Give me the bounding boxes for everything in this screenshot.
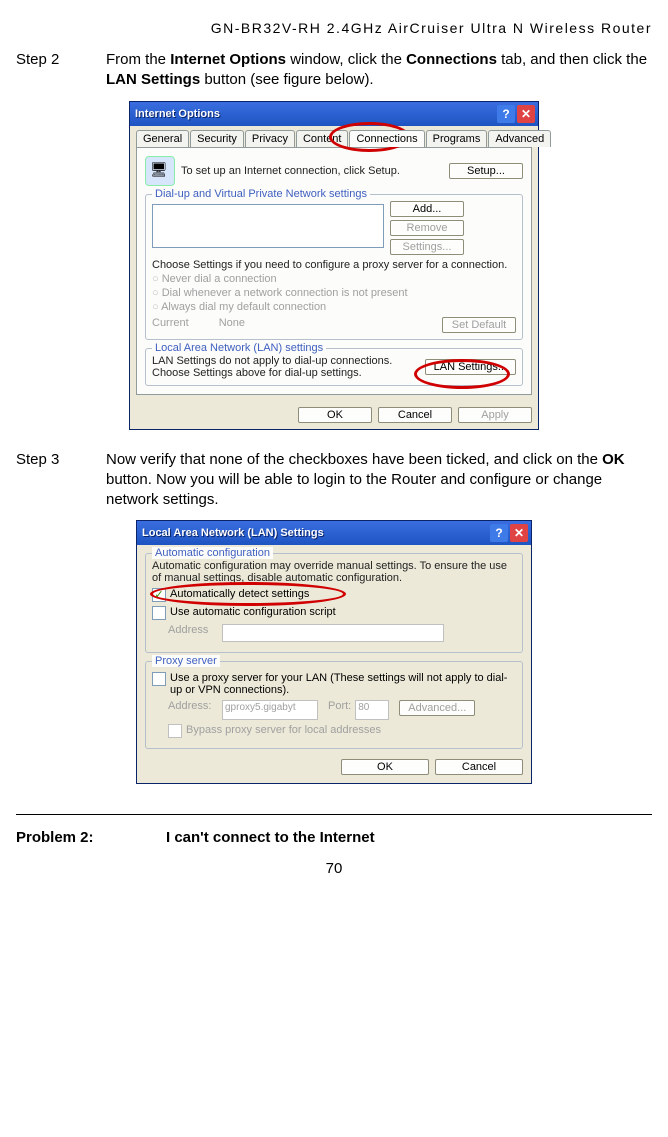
figure-2: Local Area Network (LAN) Settings ? ✕ Au… xyxy=(16,520,652,784)
close-icon[interactable]: ✕ xyxy=(517,105,535,123)
group-dial-legend: Dial-up and Virtual Private Network sett… xyxy=(152,188,370,200)
lan-note: LAN Settings do not apply to dial-up con… xyxy=(152,355,425,379)
chk-proxy-label: Use a proxy server for your LAN (These s… xyxy=(170,672,516,696)
tab-security[interactable]: Security xyxy=(190,130,244,147)
tab-programs[interactable]: Programs xyxy=(426,130,488,147)
proxy-addr-input: gproxy5.gigabyt xyxy=(222,700,318,720)
tab-content-area: To set up an Internet connection, click … xyxy=(136,147,532,395)
lan-settings-window: Local Area Network (LAN) Settings ? ✕ Au… xyxy=(136,520,532,784)
dialog-buttons: OK Cancel Apply xyxy=(130,401,538,429)
tab-connections[interactable]: Connections xyxy=(349,130,424,147)
help-icon[interactable]: ? xyxy=(497,105,515,123)
t: From the xyxy=(106,51,170,68)
window-title: Internet Options xyxy=(133,108,495,120)
group-auto: Automatic configuration Automatic config… xyxy=(145,553,523,653)
t: Connections xyxy=(406,51,497,68)
address-row: Address xyxy=(152,624,516,642)
step-2-label: Step 2 xyxy=(16,50,106,91)
page-number: 70 xyxy=(16,860,652,877)
divider xyxy=(16,814,652,815)
chk-script-label: Use automatic configuration script xyxy=(170,606,336,618)
group-auto-legend: Automatic configuration xyxy=(152,547,273,559)
red-circle-lan xyxy=(414,359,510,389)
chk-script-row: Use automatic configuration script xyxy=(152,606,516,620)
proxy-port-label: Port: xyxy=(328,700,351,712)
step-3-label: Step 3 xyxy=(16,450,106,511)
tab-strip: General Security Privacy Content Connect… xyxy=(136,130,532,147)
cancel-button[interactable]: Cancel xyxy=(378,407,452,423)
group-proxy: Proxy server Use a proxy server for your… xyxy=(145,661,523,749)
problem-text: I can't connect to the Internet xyxy=(166,829,375,846)
ok-button[interactable]: OK xyxy=(298,407,372,423)
step-3-row: Step 3 Now verify that none of the check… xyxy=(16,450,652,511)
setup-row: To set up an Internet connection, click … xyxy=(145,156,523,186)
tab-general[interactable]: General xyxy=(136,130,189,147)
step-2-text: From the Internet Options window, click … xyxy=(106,50,652,91)
red-circle-auto xyxy=(150,582,346,606)
window-title: Local Area Network (LAN) Settings xyxy=(140,527,488,539)
checkbox-bypass xyxy=(168,724,182,738)
problem-row: Problem 2: I can't connect to the Intern… xyxy=(16,829,652,846)
group-proxy-legend: Proxy server xyxy=(152,655,220,667)
step-2-row: Step 2 From the Internet Options window,… xyxy=(16,50,652,91)
t: button (see figure below). xyxy=(200,71,373,88)
problem-label: Problem 2: xyxy=(16,829,166,846)
group-dial: Dial-up and Virtual Private Network sett… xyxy=(145,194,523,340)
auto-text: Automatic configuration may override man… xyxy=(152,560,516,584)
proxy-fields-row: Address: gproxy5.gigabyt Port: 80 Advanc… xyxy=(168,700,516,720)
apply-button: Apply xyxy=(458,407,532,423)
close-icon[interactable]: ✕ xyxy=(510,524,528,542)
radio-when-absent: Dial whenever a network connection is no… xyxy=(152,287,516,299)
proxy-addr-label: Address: xyxy=(168,700,218,712)
radio-always: Always dial my default connection xyxy=(152,301,516,313)
dialog-buttons: OK Cancel xyxy=(145,749,523,775)
set-default-button: Set Default xyxy=(442,317,516,333)
cancel-button[interactable]: Cancel xyxy=(435,759,523,775)
group-lan-legend: Local Area Network (LAN) settings xyxy=(152,342,326,354)
tab-privacy[interactable]: Privacy xyxy=(245,130,295,147)
radio-never: Never dial a connection xyxy=(152,273,516,285)
chk-bypass-label: Bypass proxy server for local addresses xyxy=(186,724,381,736)
proxy-note: Choose Settings if you need to configure… xyxy=(152,259,516,271)
setup-text: To set up an Internet connection, click … xyxy=(181,165,449,177)
t: tab, and then click the xyxy=(497,51,647,68)
t: LAN Settings xyxy=(106,71,200,88)
connections-listbox[interactable] xyxy=(152,204,384,248)
figure-1: Internet Options ? ✕ General Security Pr… xyxy=(16,101,652,430)
t: OK xyxy=(602,451,625,468)
proxy-port-input: 80 xyxy=(355,700,389,720)
tab-advanced[interactable]: Advanced xyxy=(488,130,551,147)
add-button[interactable]: Add... xyxy=(390,201,464,217)
t: Internet Options xyxy=(170,51,286,68)
address-label: Address xyxy=(168,624,218,636)
chk-auto-row: Automatically detect settings xyxy=(152,588,516,602)
group-lan: Local Area Network (LAN) settings LAN Se… xyxy=(145,348,523,386)
titlebar: Local Area Network (LAN) Settings ? ✕ xyxy=(137,521,531,545)
t: Now verify that none of the checkboxes h… xyxy=(106,451,602,468)
help-icon[interactable]: ? xyxy=(490,524,508,542)
setup-button[interactable]: Setup... xyxy=(449,163,523,179)
chk-bypass-row: Bypass proxy server for local addresses xyxy=(168,724,516,738)
current-label: Current xyxy=(152,317,189,333)
globe-icon xyxy=(145,156,175,186)
checkbox-proxy[interactable] xyxy=(152,672,166,686)
current-none: None xyxy=(219,317,245,333)
t: button. Now you will be able to login to… xyxy=(106,471,602,508)
settings-button: Settings... xyxy=(390,239,464,255)
remove-button: Remove xyxy=(390,220,464,236)
address-input xyxy=(222,624,444,642)
chk-proxy-row: Use a proxy server for your LAN (These s… xyxy=(152,672,516,696)
internet-options-window: Internet Options ? ✕ General Security Pr… xyxy=(129,101,539,430)
t: window, click the xyxy=(286,51,406,68)
ok-button[interactable]: OK xyxy=(341,759,429,775)
checkbox-script[interactable] xyxy=(152,606,166,620)
page-header: GN-BR32V-RH 2.4GHz AirCruiser Ultra N Wi… xyxy=(16,20,652,36)
step-3-text: Now verify that none of the checkboxes h… xyxy=(106,450,652,511)
titlebar: Internet Options ? ✕ xyxy=(130,102,538,126)
advanced-button: Advanced... xyxy=(399,700,475,716)
